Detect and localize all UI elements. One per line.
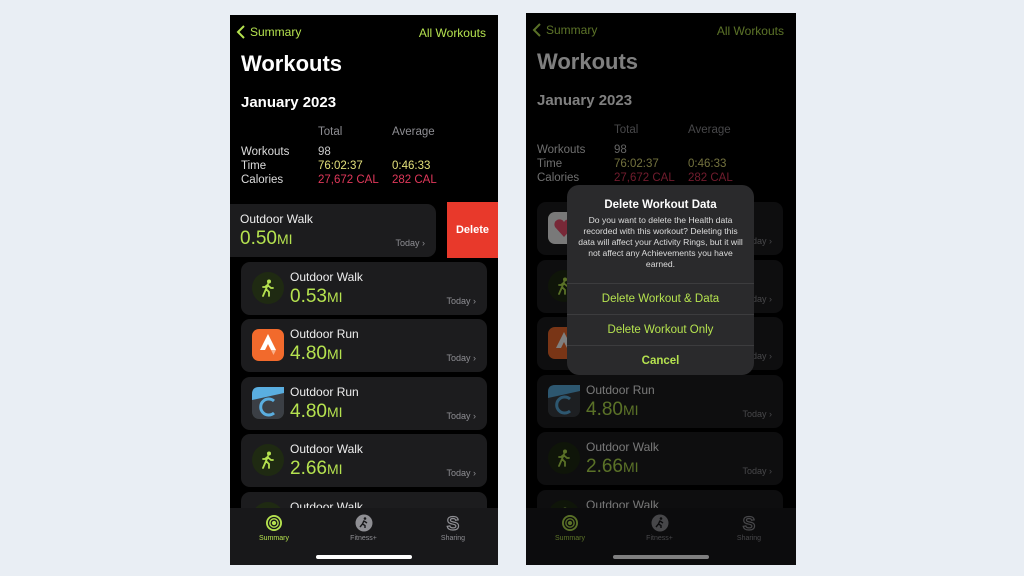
alert-message: Do you want to delete the Health data re… [578, 215, 743, 269]
date-label: Today [446, 410, 471, 421]
sharing-icon: S [418, 514, 488, 532]
alert-title: Delete Workout Data [604, 199, 717, 211]
month-heading: January 2023 [241, 94, 337, 111]
workout-list-item[interactable]: Outdoor Walk0.53MIToday › [241, 261, 487, 315]
distance-value: 4.80 [290, 343, 327, 364]
stat-total: 76:02:37 [318, 160, 363, 172]
stat-average: 0:46:33 [392, 160, 431, 172]
workout-name: Outdoor Walk [290, 269, 363, 284]
distance-unit: MI [326, 461, 343, 477]
tab-sharing[interactable]: S Sharing [418, 514, 488, 542]
distance-unit: MI [276, 231, 293, 247]
workout-name: Outdoor Walk [240, 212, 313, 226]
phone-screen-swipe-delete: Summary All Workouts Workouts January 2023 T… [230, 15, 498, 565]
workout-distance: 4.80MI [290, 343, 343, 365]
fitness-plus-icon [329, 514, 399, 532]
walking-icon [252, 271, 284, 304]
delete-workout-and-data-button[interactable]: Delete Workout & Data [567, 283, 754, 314]
activity-rings-icon [239, 514, 309, 532]
distance-value: 0.53 [290, 285, 327, 307]
stat-total: 27,672 CAL [318, 174, 379, 186]
garmin-icon [252, 386, 284, 419]
tab-summary[interactable]: Summary [239, 514, 309, 542]
workout-date: Today › [446, 411, 476, 421]
total-header: Total [318, 126, 343, 138]
workout-name: Outdoor Run [290, 327, 359, 341]
stat-label: Calories [241, 174, 284, 186]
workout-distance: 0.53MI [290, 286, 343, 308]
distance-unit: MI [326, 403, 343, 420]
workout-date: Today › [446, 353, 476, 363]
workout-name: Outdoor Walk [290, 442, 363, 456]
back-button[interactable]: Summary [236, 25, 301, 39]
chevron-right-icon: › [419, 238, 425, 248]
page-title: Workouts [241, 51, 343, 76]
date-label: Today [395, 238, 420, 248]
tab-label: Sharing [440, 535, 466, 542]
chevron-right-icon: › [470, 468, 476, 478]
workout-date: Today › [395, 238, 425, 248]
workout-distance: 2.66MI [290, 458, 343, 480]
date-label: Today [446, 295, 471, 306]
back-label: Summary [250, 25, 302, 39]
phone-screen-delete-alert: SummaryAll WorkoutsWorkoutsJanuary 2023T… [526, 13, 796, 565]
tab-fitness-plus[interactable]: Fitness+ [329, 514, 399, 542]
workout-list-item[interactable]: Outdoor Walk 2.66MI Today › [241, 434, 487, 487]
cancel-button[interactable]: Cancel [567, 345, 754, 375]
workout-distance: 4.80MI [290, 401, 343, 423]
stat-label: Time [241, 160, 267, 172]
distance-value: 2.66 [290, 458, 327, 479]
strava-icon [252, 329, 284, 361]
chevron-right-icon: › [470, 295, 476, 306]
date-label: Today [446, 353, 471, 363]
distance-unit: MI [326, 288, 343, 305]
distance-value: 4.80 [290, 400, 327, 422]
tab-label: Fitness+ [350, 535, 377, 542]
walking-icon [252, 444, 284, 476]
all-workouts-button[interactable]: All Workouts [419, 26, 486, 40]
svg-text:S: S [447, 514, 460, 532]
tab-label: Summary [259, 535, 289, 542]
chevron-right-icon: › [470, 353, 476, 363]
workout-name: Outdoor Run [290, 384, 359, 399]
chevron-left-icon [236, 25, 245, 39]
workout-list-item[interactable]: Outdoor Run4.80MIToday › [241, 376, 487, 430]
stat-label: Workouts [241, 146, 290, 158]
stat-total: 98 [318, 146, 331, 158]
date-label: Today [446, 468, 471, 478]
chevron-right-icon: › [470, 410, 476, 421]
distance-unit: MI [326, 346, 343, 362]
workout-distance: 0.50MI [240, 228, 293, 250]
workout-date: Today › [446, 296, 476, 306]
delete-workout-only-button[interactable]: Delete Workout Only [567, 314, 754, 345]
stat-average: 282 CAL [392, 174, 437, 186]
workout-date: Today › [446, 468, 476, 478]
home-indicator [316, 555, 412, 559]
workout-list-item[interactable]: Outdoor Walk 0.50MI Today › [230, 204, 436, 257]
distance-value: 0.50 [240, 228, 277, 249]
delete-button[interactable]: Delete [447, 202, 498, 258]
average-header: Average [392, 126, 435, 138]
delete-alert-dialog: Delete Workout Data Do you want to delete… [567, 185, 754, 375]
workout-list-item[interactable]: Outdoor Run 4.80MI Today › [241, 319, 487, 372]
